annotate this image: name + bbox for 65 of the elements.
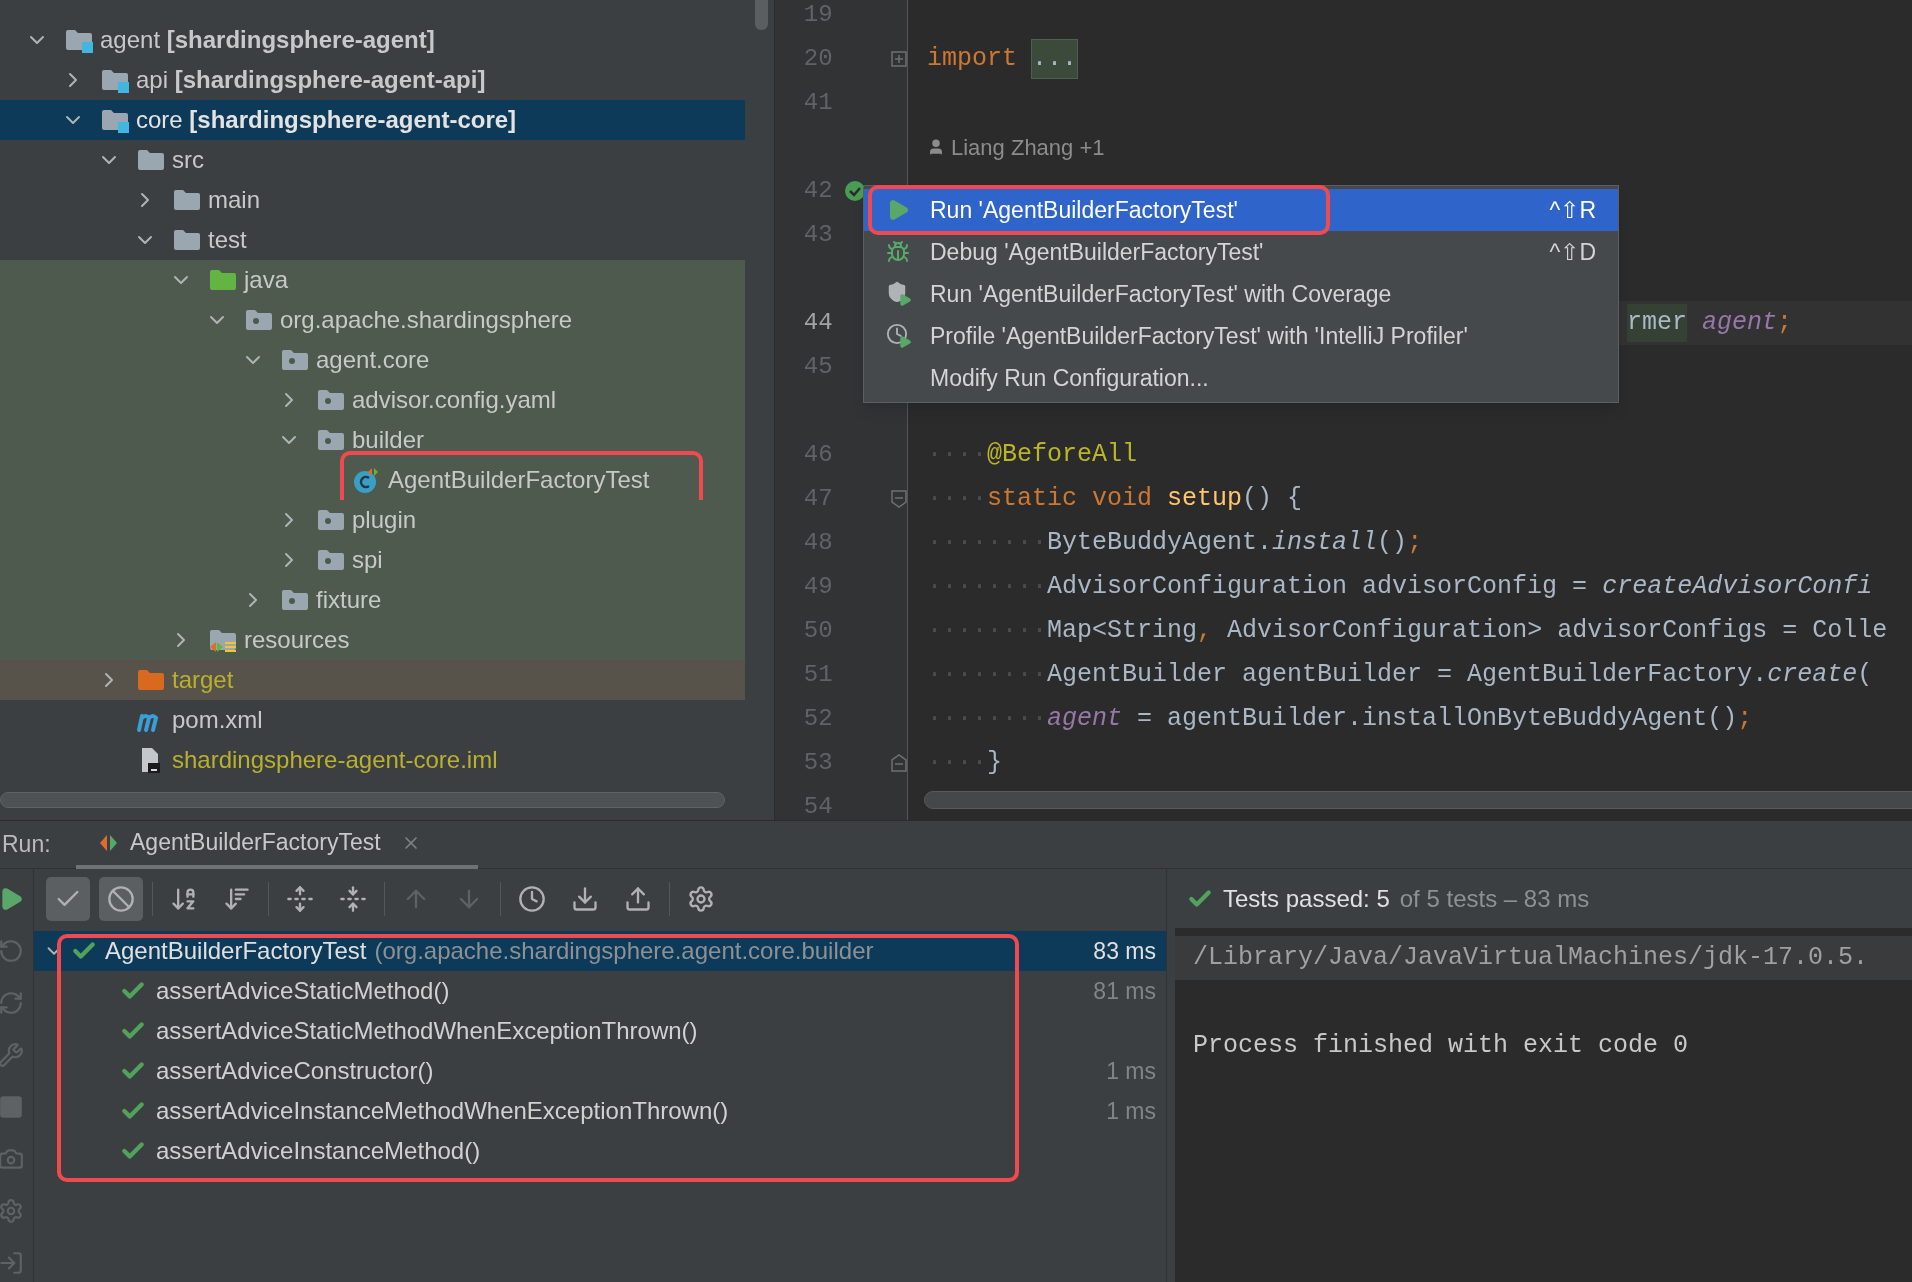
settings-icon — [687, 884, 715, 913]
shortcut-label: ^⇧D — [1549, 237, 1596, 267]
run-icon[interactable] — [0, 886, 24, 912]
fold-marker-icon[interactable] — [891, 754, 907, 772]
scrollbar[interactable] — [924, 791, 1912, 809]
status-detail: of 5 tests – 83 ms — [1399, 883, 1590, 914]
tree-item[interactable]: main — [0, 180, 745, 220]
import-icon — [571, 884, 599, 913]
tree-item[interactable]: target — [0, 660, 745, 700]
fold-plus-icon[interactable] — [891, 51, 907, 67]
menu-item[interactable]: Debug 'AgentBuilderFactoryTest' ^⇧D — [864, 231, 1618, 273]
tree-item[interactable]: AgentBuilderFactoryTest — [0, 460, 745, 500]
tree-item[interactable]: core [shardingsphere-agent-core] — [0, 100, 745, 140]
code-line: ········agent = agentBuilder.installOnByteBuddyAgent(); — [926, 703, 1754, 736]
code-line: ········AdvisorConfiguration advisorConfig = createAdvisorConfi — [926, 571, 1874, 604]
expand-all-icon — [286, 884, 314, 913]
tree-item[interactable]: advisor.config.yaml — [0, 380, 745, 420]
tree-item[interactable]: org.apache.shardingsphere — [0, 300, 745, 340]
code-line: ····} — [926, 747, 1004, 780]
tree-item[interactable]: builder — [0, 420, 745, 460]
code-line: ········AgentBuilder agentBuilder = AgentBuilderFactory.create( — [926, 659, 1874, 692]
test-tree-item[interactable]: assertAdviceInstanceMethod() — [34, 1131, 1166, 1171]
tree-item[interactable]: agent [shardingsphere-agent] — [0, 20, 745, 60]
fold-marker-icon[interactable] — [891, 490, 907, 508]
tree-item[interactable]: java — [0, 260, 745, 300]
tree-item[interactable]: resources — [0, 620, 745, 660]
collapse-all-icon — [339, 884, 367, 913]
tree-item[interactable]: src — [0, 140, 745, 180]
code-line: ········ByteBuddyAgent.install(); — [926, 527, 1424, 560]
menu-item[interactable]: Modify Run Configuration... — [864, 357, 1618, 399]
clock-icon — [518, 884, 546, 913]
test-tree-item[interactable]: assertAdviceInstanceMethodWhenExceptionThrown() 1 ms — [34, 1091, 1166, 1131]
tree-item[interactable]: plugin — [0, 500, 745, 540]
scrollbar[interactable] — [0, 792, 725, 808]
test-tree-item[interactable]: AgentBuilderFactoryTest (org.apache.shardingsphere.agent.core.builder 83 ms — [34, 931, 1166, 971]
tree-item[interactable]: api [shardingsphere-agent-api] — [0, 60, 745, 100]
ban-icon — [107, 884, 135, 913]
code-line: ········Map<String, AdvisorConfiguration> advisorConfigs = Colle — [926, 615, 1889, 648]
panel-label: Run: — [1, 830, 52, 860]
tree-item[interactable]: pom.xml — [0, 700, 745, 740]
run-tab[interactable]: AgentBuilderFactoryTest — [76, 820, 478, 869]
scrollbar[interactable] — [755, 0, 768, 30]
tree-item[interactable]: fixture — [0, 580, 745, 620]
author-hint[interactable]: Liang Zhang +1 — [951, 130, 1105, 164]
person-icon — [927, 138, 945, 156]
status-summary: Tests passed: 5 — [1223, 883, 1390, 914]
clock-play-icon — [886, 323, 912, 349]
shortcut-label: ^⇧R — [1549, 195, 1596, 225]
tree-item[interactable]: shardingsphere-agent-core.iml — [0, 740, 745, 780]
tree-item[interactable]: spi — [0, 540, 745, 580]
tree-item[interactable]: test — [0, 220, 745, 260]
ban-button[interactable] — [99, 876, 143, 921]
console-line: Process finished with exit code 0 — [1192, 1030, 1690, 1063]
test-tree-item[interactable]: assertAdviceStaticMethodWhenExceptionThrown() — [34, 1011, 1166, 1051]
line-number: 44 — [802, 308, 833, 338]
bug-icon — [886, 240, 910, 264]
export-icon — [624, 884, 652, 913]
check-button[interactable] — [46, 876, 90, 921]
test-tree-item[interactable]: assertAdviceConstructor() 1 ms — [34, 1051, 1166, 1091]
test-tree-item[interactable]: assertAdviceStaticMethod() 81 ms — [34, 971, 1166, 1011]
code-line: ····@BeforeAll — [926, 439, 1139, 472]
tree-item[interactable]: agent.core — [0, 340, 745, 380]
shield-play-icon — [886, 281, 912, 307]
code-line: import ... — [908, 37, 1912, 81]
code-line: ····static void setup() { — [926, 483, 1304, 516]
